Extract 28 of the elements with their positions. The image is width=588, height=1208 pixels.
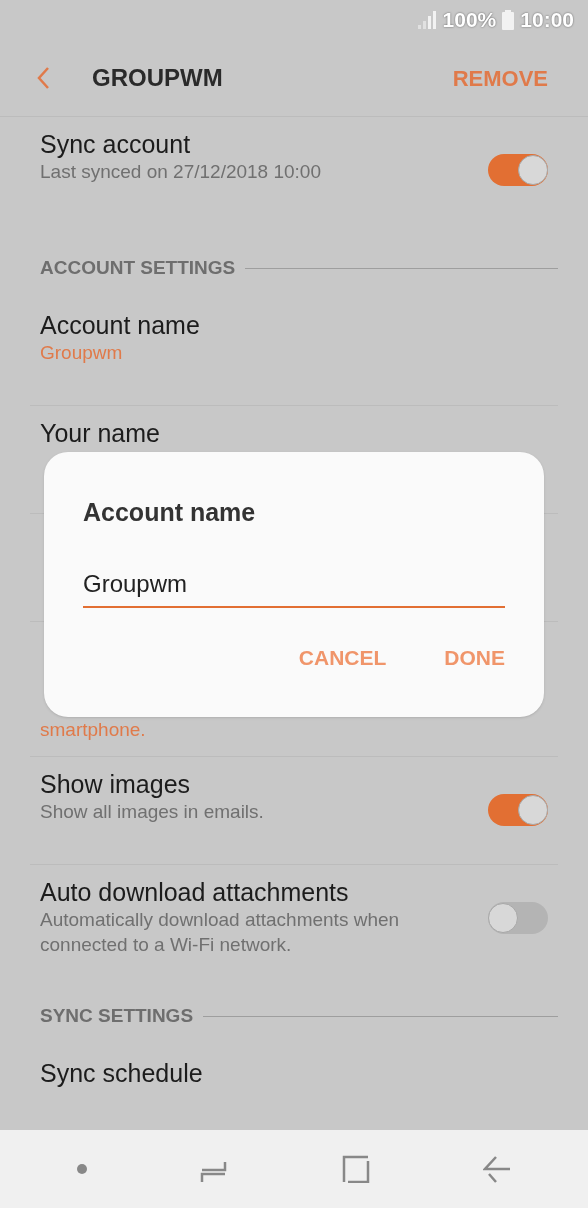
dialog-button[interactable]: DONE	[444, 641, 505, 673]
setting-value: Groupwm	[40, 341, 124, 365]
setting-description: Automatically download attachments when connected to a Wi-Fi network.	[40, 908, 401, 957]
toggle-switch[interactable]	[488, 154, 548, 186]
signal-icon	[416, 11, 437, 29]
setting-title: Sync schedule	[40, 1058, 203, 1088]
setting-title: Account name	[40, 310, 200, 340]
home-icon[interactable]	[341, 1155, 370, 1183]
setting-title: Auto download attachments	[40, 877, 349, 907]
page-title: GROUPWM	[92, 63, 224, 93]
back-icon[interactable]	[483, 1155, 512, 1183]
dialog-title: Account name	[83, 497, 257, 528]
section-header: ACCOUNT SETTINGS	[40, 256, 236, 281]
account-name-field[interactable]: Groupwm	[83, 561, 505, 608]
back-icon	[36, 66, 50, 90]
toggle-switch[interactable]	[488, 793, 548, 826]
setting-title: Your name	[40, 418, 160, 448]
section-header: SYNC SETTINGS	[40, 1004, 194, 1029]
dialog-button[interactable]: CANCEL	[298, 641, 387, 673]
setting-description: Last synced on 27/12/2018 10:00	[40, 160, 322, 184]
remove-button[interactable]: REMOVE	[452, 61, 552, 95]
battery-icon	[502, 10, 515, 30]
dot-icon[interactable]	[76, 1164, 87, 1174]
setting-title: Show images	[40, 769, 191, 799]
setting-description: Show all images in emails.	[40, 800, 265, 824]
toggle-switch[interactable]	[488, 902, 548, 934]
setting-title: Sync account	[40, 129, 191, 159]
setting-value: smartphone.	[40, 718, 146, 742]
